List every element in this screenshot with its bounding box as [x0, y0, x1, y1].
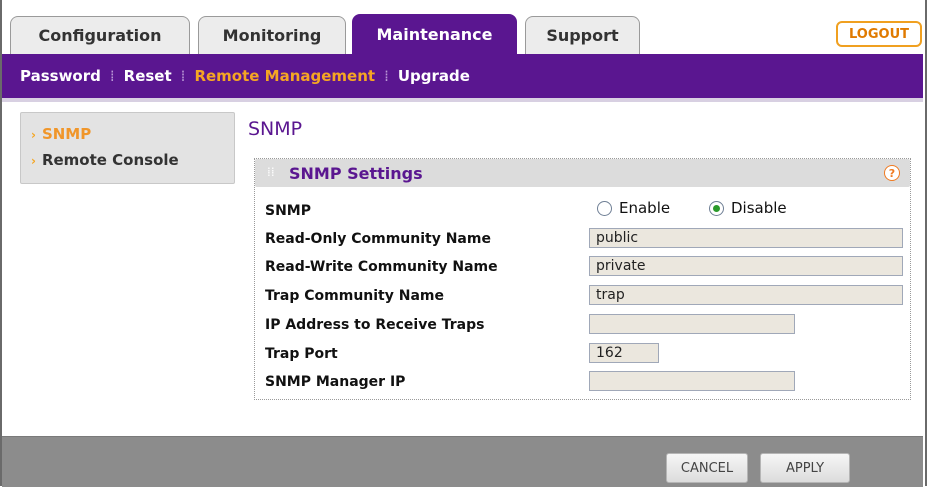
chevron-right-icon: ›: [31, 128, 36, 142]
logout-button[interactable]: LOGOUT: [836, 21, 922, 47]
panel-title: SNMP Settings: [289, 164, 423, 183]
subnav-separator: ⁞: [384, 67, 389, 85]
trap-ip-label: IP Address to Receive Traps: [265, 317, 485, 333]
tab-support[interactable]: Support: [525, 16, 640, 54]
radio-label: Disable: [731, 199, 787, 217]
snmp-manager-ip-input[interactable]: [589, 371, 795, 391]
tab-maintenance[interactable]: Maintenance: [352, 14, 517, 54]
trap-community-label: Trap Community Name: [265, 288, 444, 304]
radio-label: Enable: [619, 199, 671, 217]
sub-navigation: Password ⁞ Reset ⁞ Remote Management ⁞ U…: [2, 54, 923, 98]
snmp-enable-radio[interactable]: Enable: [597, 199, 670, 217]
leftmenu-item-remote-console[interactable]: › Remote Console: [31, 151, 179, 169]
subnav-password[interactable]: Password: [20, 67, 101, 85]
subnav-separator: ⁞: [109, 67, 115, 85]
snmp-manager-ip-label: SNMP Manager IP: [265, 374, 406, 390]
radio-circle: [597, 200, 612, 216]
subnav-remote-management[interactable]: Remote Management: [194, 67, 375, 85]
snmp-label: SNMP: [265, 203, 311, 219]
snmp-disable-radio[interactable]: Disable: [709, 199, 787, 217]
help-icon[interactable]: ?: [884, 165, 900, 181]
trap-community-input[interactable]: [589, 285, 903, 305]
radio-circle: [709, 200, 724, 216]
subnav-upgrade[interactable]: Upgrade: [398, 67, 470, 85]
cancel-button[interactable]: CANCEL: [666, 453, 748, 483]
left-menu: › SNMP › Remote Console: [20, 112, 235, 184]
leftmenu-item-label: Remote Console: [41, 151, 179, 169]
trap-port-input[interactable]: [589, 343, 659, 363]
subnav-shadow: [2, 98, 923, 102]
panel-header: ⁞⁞ SNMP Settings ?: [255, 159, 910, 187]
snmp-settings-panel: ⁞⁞ SNMP Settings ?: [254, 158, 911, 400]
apply-button[interactable]: APPLY: [760, 453, 850, 483]
read-only-community-label: Read-Only Community Name: [265, 231, 491, 247]
leftmenu-item-label: SNMP: [41, 125, 92, 143]
top-tab-bar: Configuration Monitoring Maintenance Sup…: [2, 0, 923, 54]
trap-port-label: Trap Port: [265, 346, 338, 362]
read-only-community-input[interactable]: [589, 228, 903, 248]
read-write-community-label: Read-Write Community Name: [265, 259, 498, 275]
page-title: SNMP: [248, 118, 303, 140]
subnav-reset[interactable]: Reset: [124, 67, 172, 85]
chevron-right-icon: ›: [31, 154, 36, 168]
drag-grip-icon: ⁞⁞: [267, 165, 275, 179]
tab-monitoring[interactable]: Monitoring: [198, 16, 346, 54]
read-write-community-input[interactable]: [589, 256, 903, 276]
subnav-separator: ⁞: [180, 67, 186, 85]
tab-configuration[interactable]: Configuration: [10, 16, 190, 54]
radio-selected-dot: [713, 204, 720, 212]
trap-ip-input[interactable]: [589, 314, 795, 334]
leftmenu-item-snmp[interactable]: › SNMP: [31, 125, 91, 143]
